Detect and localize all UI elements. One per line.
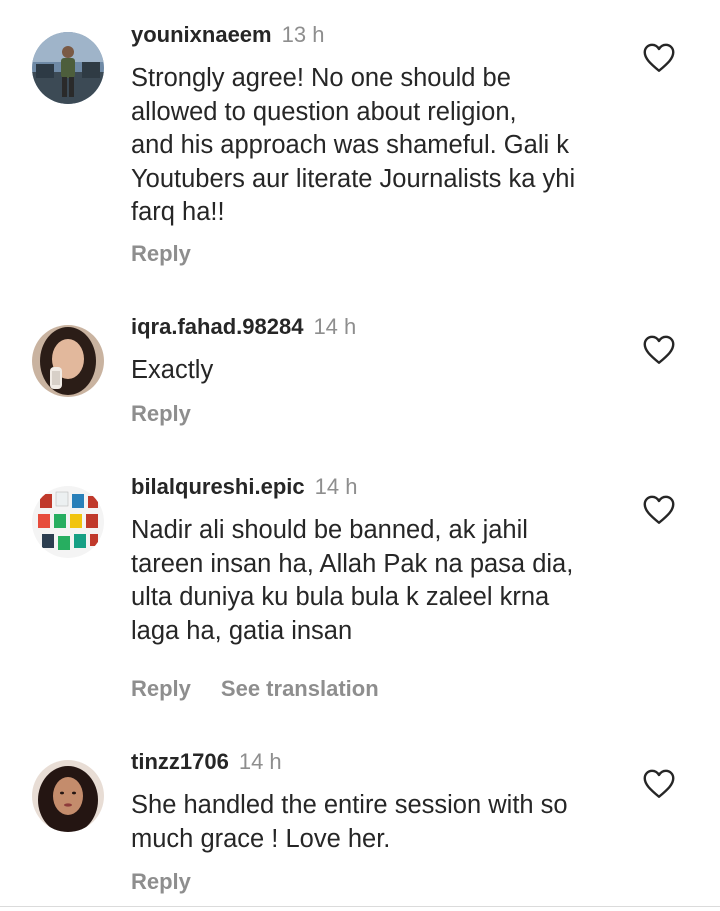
comment-line: allowed to question about religion,: [131, 97, 517, 126]
username[interactable]: bilalqureshi.epic: [131, 474, 305, 499]
comment-line: Youtubers aur literate Journalists ka yh…: [131, 164, 576, 193]
reply-button[interactable]: Reply: [131, 401, 191, 426]
heart-outline-icon: [643, 769, 675, 798]
reply-button[interactable]: Reply: [131, 676, 191, 701]
comment-actions: Reply: [131, 400, 191, 428]
avatar[interactable]: [32, 32, 104, 104]
comment-line: ulta duniya ku bula bula k zaleel krna: [131, 583, 550, 611]
heart-outline-icon: [643, 335, 675, 364]
comment-item: tinzz1706 14 h She handled the entire ses…: [0, 740, 720, 906]
avatar[interactable]: [32, 486, 104, 558]
heart-outline-icon: [643, 43, 675, 72]
comment-meta: younixnaeem 13 h: [131, 21, 324, 49]
comment-text: She handled the entire session with so m…: [131, 789, 631, 856]
reply-button[interactable]: Reply: [131, 869, 191, 894]
comment-meta: iqra.fahad.98284 14 h: [131, 313, 356, 341]
comment-line: farq ha!!: [131, 198, 225, 226]
divider: [0, 906, 720, 907]
comment-line: laga ha, gatia insan: [131, 616, 353, 645]
comment-line: She handled the entire session with so: [131, 791, 568, 819]
comment-item: bilalqureshi.epic 14 h Nadir ali should b…: [0, 450, 720, 740]
comment-line: Nadir ali should be banned, ak jahil: [131, 516, 528, 544]
comment-line: much grace ! Love her.: [131, 824, 391, 853]
comment-item: younixnaeem 13 h Strongly agree! No one s…: [0, 0, 720, 290]
timestamp: 14 h: [238, 749, 282, 774]
timestamp: 14 h: [314, 474, 358, 499]
comment-line: Strongly agree! No one should be: [131, 64, 511, 92]
username[interactable]: younixnaeem: [131, 22, 272, 47]
comment-actions: Reply: [131, 240, 191, 268]
like-button[interactable]: [641, 332, 677, 368]
comment-meta: bilalqureshi.epic 14 h: [131, 473, 357, 501]
heart-outline-icon: [643, 495, 675, 524]
see-translation-button[interactable]: See translation: [221, 676, 379, 701]
username[interactable]: iqra.fahad.98284: [131, 314, 303, 339]
comment-item: iqra.fahad.98284 14 h Exactly Reply: [0, 290, 720, 450]
comment-text: Exactly: [131, 354, 631, 388]
timestamp: 13 h: [281, 22, 325, 47]
comment-line: Exactly: [131, 356, 214, 384]
avatar[interactable]: [32, 325, 104, 397]
like-button[interactable]: [641, 40, 677, 76]
username[interactable]: tinzz1706: [131, 749, 229, 774]
avatar[interactable]: [32, 760, 104, 832]
like-button[interactable]: [641, 492, 677, 528]
like-button[interactable]: [641, 766, 677, 802]
comment-text: Nadir ali should be banned, ak jahil tar…: [131, 514, 631, 648]
comment-text: Strongly agree! No one should be allowed…: [131, 62, 631, 230]
timestamp: 14 h: [313, 314, 357, 339]
comment-meta: tinzz1706 14 h: [131, 748, 282, 776]
comment-actions: Reply See translation: [131, 675, 379, 703]
comment-line: tareen insan ha, Allah Pak na pasa dia,: [131, 549, 574, 578]
reply-button[interactable]: Reply: [131, 241, 191, 266]
comment-actions: Reply: [131, 868, 191, 896]
comment-line: and his approach was shameful. Gali k: [131, 131, 569, 159]
